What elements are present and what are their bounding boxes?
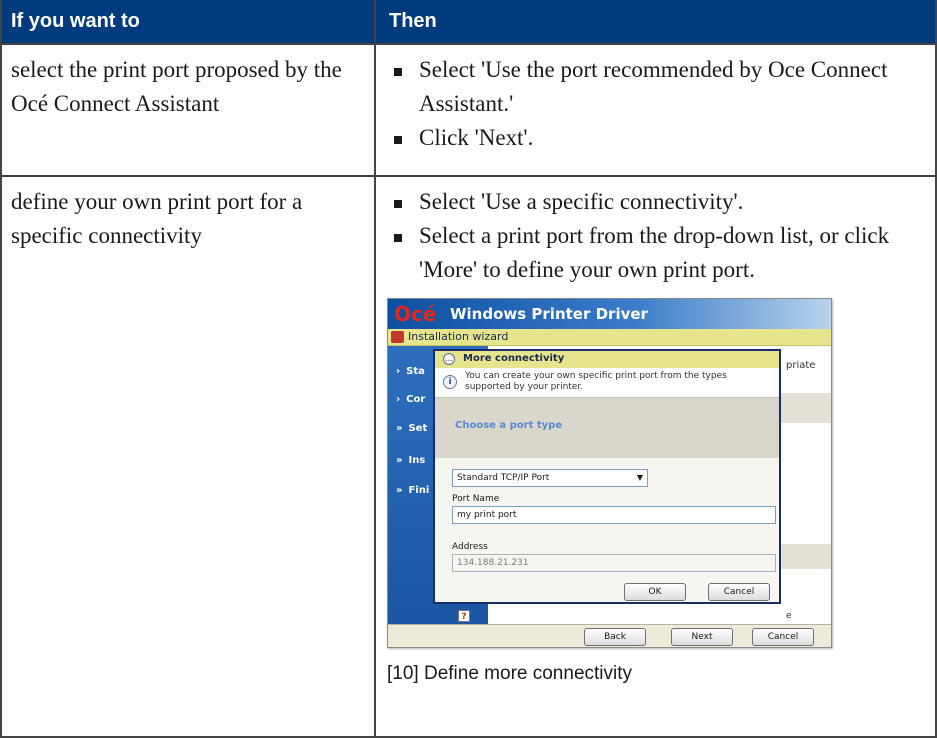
content-partial-small: e [786,611,792,621]
instruction-table: If you want to Then select the print por… [0,0,937,738]
table-row-divider-header [0,43,937,45]
choose-port-type-label: Choose a port type [455,420,563,431]
double-chevron-icon: » [396,423,403,434]
wizard-icon [391,331,404,343]
dialog-info-text: You can create your own specific print p… [465,371,727,392]
app-title: Windows Printer Driver [450,305,648,323]
step-settings[interactable]: » Set [396,423,427,434]
table-border-left [0,0,2,738]
port-name-label: Port Name [452,494,500,504]
address-label: Address [452,542,488,552]
oce-logo: Océ [394,302,437,326]
speech-bubble-icon: … [443,353,455,365]
app-banner: Océ Windows Printer Driver [388,299,831,329]
table-row-divider-1 [0,175,937,177]
figure-caption: [10] Define more connectivity [387,663,633,684]
wizard-label: Installation wizard [408,330,509,343]
address-input[interactable]: 134.188.21.231 [452,554,776,572]
header-if-you-want-to: If you want to [11,10,140,32]
row1-condition: select the print port proposed by the Oc… [11,57,342,116]
chevron-right-icon: › [396,366,401,377]
row1-steps: Select 'Use the port recommended by Oce … [389,53,929,155]
port-type-select[interactable]: Standard TCP/IP Port ▼ [452,469,648,487]
port-type-value: Standard TCP/IP Port [457,473,550,483]
step-install[interactable]: » Ins [396,455,425,466]
dropdown-arrow-icon: ▼ [636,473,643,482]
step-finish[interactable]: » Fini [396,485,429,496]
wizard-cancel-button[interactable]: Cancel [752,628,814,646]
double-chevron-icon: » [396,485,403,496]
help-icon[interactable]: ? [458,610,470,622]
step-connect[interactable]: › Cor [396,394,425,405]
port-name-input[interactable]: my print port [452,506,776,524]
row1-step-2: Click 'Next'. [389,121,929,155]
chevron-right-icon: › [396,394,401,405]
wizard-title-bar: Installation wizard [388,329,831,346]
dialog-title: More connectivity [463,353,565,364]
row2-condition: define your own print port for a specifi… [11,189,303,248]
dialog-cancel-button[interactable]: Cancel [708,583,770,601]
back-button[interactable]: Back [584,628,646,646]
choose-port-type-section: Choose a port type [435,398,779,458]
dialog-info-area: i You can create your own specific print… [435,368,779,398]
content-partial-text: priate [786,360,816,371]
info-icon: i [443,375,457,389]
table-header-row: If you want to Then [0,0,937,43]
row1-step-1: Select 'Use the port recommended by Oce … [389,53,929,121]
next-button[interactable]: Next [671,628,733,646]
row2-step-1: Select 'Use a specific connectivity'. [389,185,929,219]
dialog-title-bar: … More connectivity [435,351,779,368]
row2-step-2: Select a print port from the drop-down l… [389,219,929,287]
dialog-form: Standard TCP/IP Port ▼ Port Name my prin… [435,458,779,602]
installation-wizard-screenshot: Océ Windows Printer Driver Installation … [387,298,832,648]
more-connectivity-dialog: … More connectivity i You can create you… [433,349,781,604]
wizard-button-bar: Back Next Cancel [388,624,831,647]
row2-steps: Select 'Use a specific connectivity'. Se… [389,185,929,287]
ok-button[interactable]: OK [624,583,686,601]
table-column-divider [374,0,376,738]
header-then: Then [389,10,437,32]
double-chevron-icon: » [396,455,403,466]
step-start[interactable]: › Sta [396,366,425,377]
